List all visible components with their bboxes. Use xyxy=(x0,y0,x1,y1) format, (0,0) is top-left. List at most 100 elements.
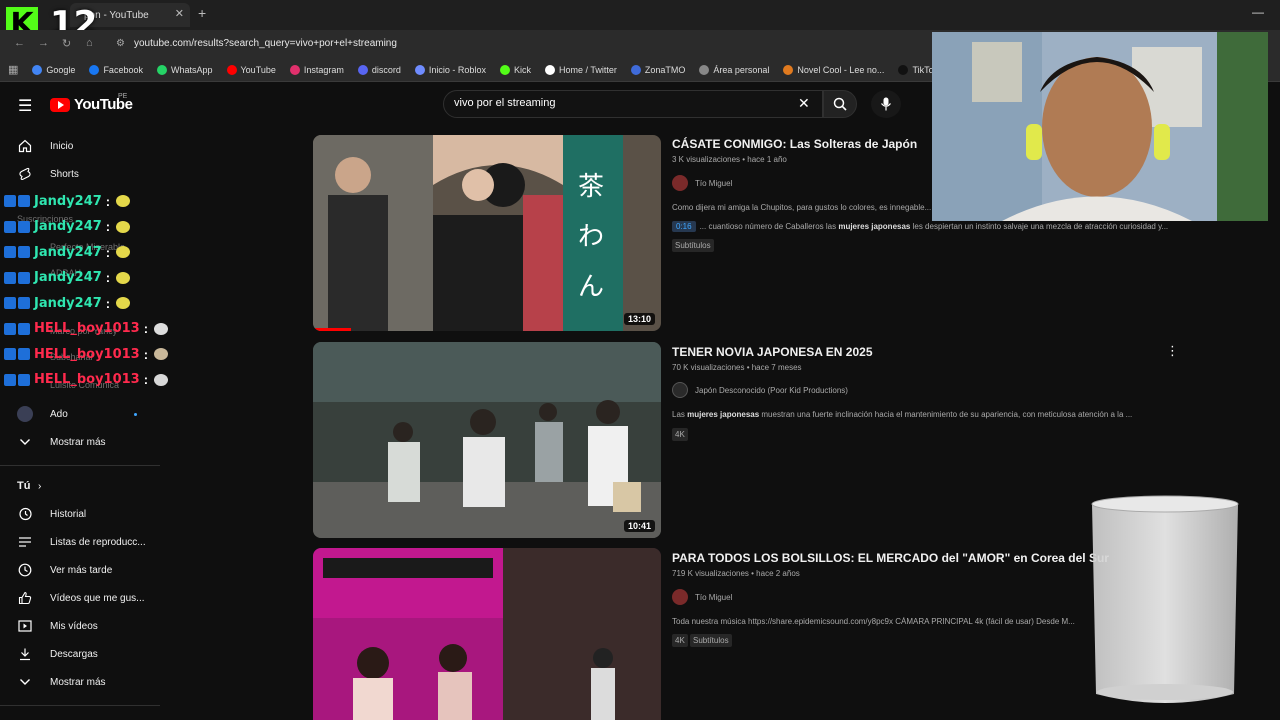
bookmark-label: Kick xyxy=(513,64,531,75)
chapter-text: les despiertan un instinto salvaje una m… xyxy=(910,222,1169,231)
close-tab-icon[interactable]: ✕ xyxy=(175,7,184,20)
chat-username: HELL_boy1013 xyxy=(34,321,140,336)
video-title[interactable]: TENER NOVIA JAPONESA EN 2025 xyxy=(672,345,873,359)
bookmark-favicon-icon xyxy=(544,64,555,75)
forward-icon[interactable]: → xyxy=(38,37,49,49)
channel-link[interactable]: Tío Miguel xyxy=(672,589,732,605)
back-icon[interactable]: ← xyxy=(14,37,25,49)
chat-badge-icon xyxy=(18,220,30,233)
channel-link[interactable]: Japón Desconocido (Poor Kid Productions) xyxy=(672,382,848,398)
sidebar-item-label: Historial xyxy=(50,508,87,520)
more-actions-icon[interactable]: ⋮ xyxy=(1166,343,1179,359)
chat-badge-icon xyxy=(18,297,30,309)
sidebar-item-liked[interactable]: Vídeos que me gus... xyxy=(0,584,160,612)
bookmark-label: Inicio - Roblox xyxy=(428,64,486,75)
chat-message: Jandy247: xyxy=(4,190,324,212)
bookmark-item[interactable]: Home / Twitter xyxy=(544,64,617,75)
sidebar-item-shorts[interactable]: Shorts xyxy=(0,160,160,188)
search-button[interactable] xyxy=(823,90,857,118)
chapter-timestamp: 0:16 xyxy=(672,221,696,232)
chat-separator: : xyxy=(105,193,111,209)
video-thumbnail[interactable]: 10:41 xyxy=(313,342,661,538)
apps-grid-icon[interactable]: ▦ xyxy=(8,63,18,76)
channel-avatar xyxy=(672,175,688,191)
sidebar-item-ado[interactable]: Ado xyxy=(0,400,160,428)
chat-emote-icon xyxy=(116,220,131,233)
bookmark-label: WhatsApp xyxy=(170,64,213,75)
channel-name: Tío Miguel xyxy=(695,592,733,602)
bookmark-label: ZonaTMO xyxy=(644,64,686,75)
chapter-snippet[interactable]: 0:16... cuantioso número de Caballeros l… xyxy=(672,221,1192,232)
clear-search-icon[interactable]: ✕ xyxy=(798,95,810,112)
clock-icon xyxy=(17,562,33,578)
chat-username: HELL_boy1013 xyxy=(34,346,140,362)
channel-link[interactable]: Tío Miguel xyxy=(672,175,732,191)
chat-badges xyxy=(4,373,30,386)
sidebar-item-downloads[interactable]: Descargas xyxy=(0,640,160,668)
bookmark-item[interactable]: Kick xyxy=(499,64,531,75)
home-icon[interactable]: ⌂ xyxy=(86,37,93,49)
sidebar-item-watch-later[interactable]: Ver más tarde xyxy=(0,556,160,584)
minimize-window-icon[interactable]: — xyxy=(1252,5,1264,19)
sidebar-item-playlists[interactable]: Listas de reproducc... xyxy=(0,528,160,556)
chevron-down-icon xyxy=(17,674,33,690)
chat-badge-icon xyxy=(4,220,16,233)
chat-badges xyxy=(4,348,30,360)
site-settings-icon[interactable]: ⚙ xyxy=(116,38,125,49)
chat-badge-icon xyxy=(4,271,16,284)
sidebar-item-history[interactable]: Historial xyxy=(0,500,160,528)
sidebar-item-label: Mostrar más xyxy=(50,676,106,688)
url-input[interactable]: youtube.com/results?search_query=vivo+po… xyxy=(134,38,397,49)
reload-icon[interactable]: ↻ xyxy=(62,37,71,50)
chat-emote-icon xyxy=(154,373,169,386)
sidebar-divider xyxy=(0,465,160,466)
chat-badge-icon xyxy=(4,348,16,360)
bookmark-item[interactable]: Facebook xyxy=(89,64,143,75)
video-thumbnail[interactable] xyxy=(313,548,661,720)
sidebar-item-home[interactable]: Inicio xyxy=(0,132,160,160)
bookmark-item[interactable]: discord xyxy=(357,64,401,75)
chat-username: Jandy247 xyxy=(34,193,102,209)
video-metadata: 3 K visualizaciones • hace 1 año xyxy=(672,155,787,164)
browser-tabstrip: pon - YouTube ✕ + — xyxy=(0,0,1280,30)
bookmark-favicon-icon xyxy=(32,64,43,75)
bookmark-item[interactable]: Google xyxy=(32,64,75,75)
video-metadata: 719 K visualizaciones • hace 2 años xyxy=(672,569,800,578)
bookmark-label: YouTube xyxy=(240,64,276,75)
bookmark-favicon-icon xyxy=(156,64,167,75)
sidebar-item-my-videos[interactable]: Mis vídeos xyxy=(0,612,160,640)
search-input[interactable]: vivo por el streaming xyxy=(454,97,556,109)
video-title[interactable]: PARA TODOS LOS BOLSILLOS: EL MERCADO del… xyxy=(672,551,1109,565)
new-tab-icon[interactable]: + xyxy=(198,5,206,21)
voice-search-button[interactable] xyxy=(871,90,901,118)
chat-badges xyxy=(4,322,30,335)
bookmark-item[interactable]: Instagram xyxy=(289,64,344,75)
chat-badge-icon xyxy=(4,297,16,309)
sidebar-show-more-2[interactable]: Mostrar más xyxy=(0,668,160,696)
video-description: Toda nuestra música https://share.epidem… xyxy=(672,617,1075,626)
bookmark-favicon-icon xyxy=(414,64,425,75)
bookmark-item[interactable]: ZonaTMO xyxy=(630,64,686,75)
video-thumbnail[interactable]: 茶 わ ん 13:10 xyxy=(313,135,661,331)
hamburger-menu-icon[interactable]: ☰ xyxy=(18,96,32,116)
description-highlight: mujeres japonesas xyxy=(687,410,760,419)
bookmark-label: Novel Cool - Lee no... xyxy=(797,64,885,75)
bookmark-favicon-icon xyxy=(898,64,909,75)
sidebar-show-more[interactable]: Mostrar más xyxy=(0,428,160,456)
chat-message: HELL_boy1013: xyxy=(4,343,324,365)
bookmark-item[interactable]: Inicio - Roblox xyxy=(414,64,486,75)
video-title[interactable]: CÁSATE CONMIGO: Las Solteras de Japón xyxy=(672,137,917,151)
bookmark-label: Home / Twitter xyxy=(558,64,617,75)
chat-badge-icon xyxy=(18,195,30,207)
sidebar-item-label: Mis vídeos xyxy=(50,620,98,632)
channel-name: Japón Desconocido (Poor Kid Productions) xyxy=(695,385,848,395)
bookmark-item[interactable]: WhatsApp xyxy=(156,64,213,75)
subtitles-badge: Subtítulos xyxy=(672,239,714,252)
description-text: muestran una fuerte inclinación hacia el… xyxy=(759,410,1133,419)
bookmark-item[interactable]: Novel Cool - Lee no... xyxy=(783,64,885,75)
sidebar-you-section[interactable]: Tú › xyxy=(0,472,160,500)
bookmark-item[interactable]: Área personal xyxy=(699,64,769,75)
bookmark-item[interactable]: YouTube xyxy=(226,64,276,75)
channel-avatar xyxy=(672,382,688,398)
playlist-icon xyxy=(17,534,33,550)
